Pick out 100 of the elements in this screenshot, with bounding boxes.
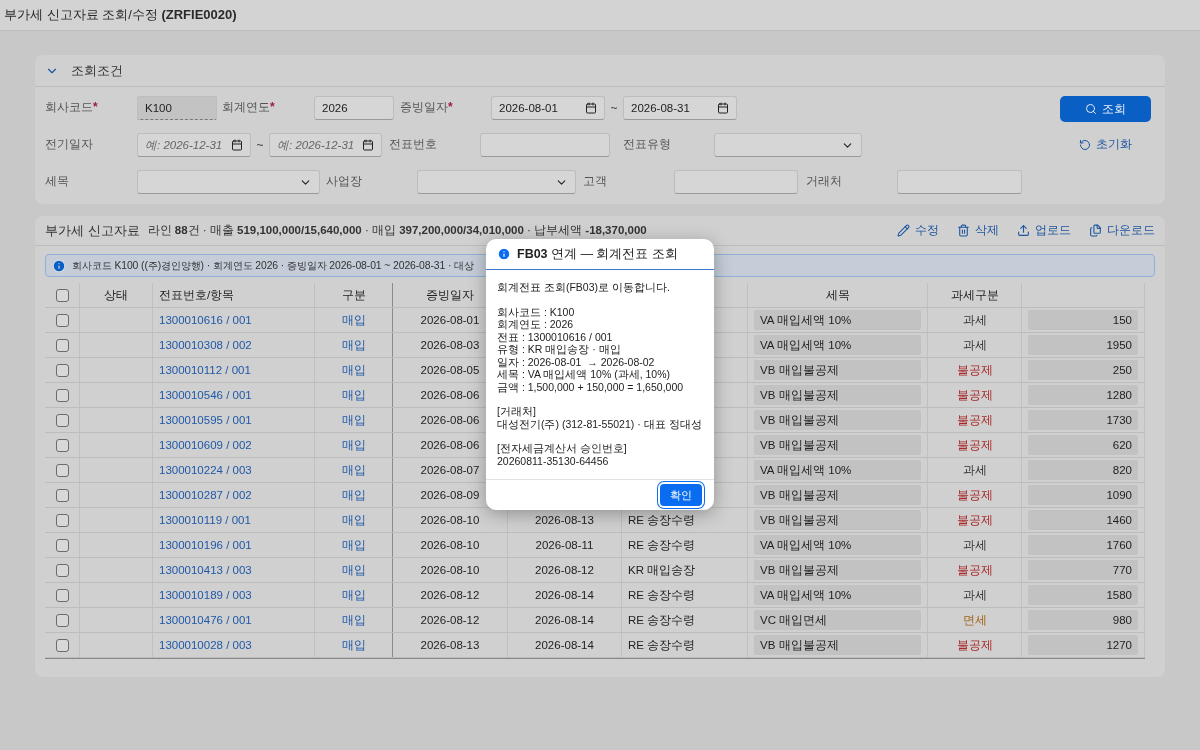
delete-button[interactable]: 삭제 xyxy=(957,222,999,239)
table-cell: 2026-08-01 xyxy=(420,314,480,326)
fiscal-year-field[interactable]: 2026 xyxy=(314,96,394,120)
table-cell: 2026-08-10 xyxy=(420,514,480,526)
search-icon xyxy=(1084,103,1097,115)
document-number-field[interactable] xyxy=(480,133,610,157)
checkbox[interactable] xyxy=(55,313,69,327)
table-cell: 820 xyxy=(1028,460,1138,480)
checkbox[interactable] xyxy=(55,388,69,402)
table-cell: VB 매입불공제 xyxy=(754,385,921,405)
tax-class-text: 불공제 xyxy=(956,387,993,403)
category-link[interactable]: 매입 xyxy=(341,312,366,328)
category-link[interactable]: 매입 xyxy=(341,637,366,653)
category-link[interactable]: 매입 xyxy=(341,387,366,403)
table-cell: 2026-08-03 xyxy=(420,339,480,351)
document-link[interactable]: 1300010616 / 001 xyxy=(159,314,252,326)
checkbox[interactable] xyxy=(55,513,69,527)
table-cell: 250 xyxy=(1028,360,1138,380)
table-cell: 1760 xyxy=(1028,535,1138,555)
checkbox[interactable] xyxy=(55,463,69,477)
business-place-select[interactable] xyxy=(417,170,576,194)
reset-button[interactable]: 초기화 xyxy=(1078,136,1132,153)
table-cell: 2026-08-12 xyxy=(420,589,480,601)
category-link[interactable]: 매입 xyxy=(341,512,366,528)
document-link[interactable]: 1300010476 / 001 xyxy=(159,614,252,626)
dialog-text: 회사코드 : K100 xyxy=(497,305,576,318)
checkbox[interactable] xyxy=(55,538,69,552)
date-field[interactable]: 2026-08-01 xyxy=(491,96,605,120)
document-link[interactable]: 1300010224 / 003 xyxy=(159,464,252,476)
document-type-select[interactable] xyxy=(714,133,862,157)
document-link[interactable]: 1300010546 / 001 xyxy=(159,389,252,401)
tax-class-text: 불공제 xyxy=(956,637,993,653)
calendar-icon xyxy=(585,102,597,114)
category-link[interactable]: 매입 xyxy=(341,412,366,428)
company-code-field[interactable]: K100 xyxy=(137,96,217,120)
category-link[interactable]: 매입 xyxy=(341,612,366,628)
table-cell: 1730 xyxy=(1028,410,1138,430)
tax-class-text: 과세 xyxy=(962,587,987,603)
category-link[interactable]: 매입 xyxy=(341,337,366,353)
category-link[interactable]: 매입 xyxy=(341,462,366,478)
dialog-text: [전자세금계산서 승인번호] xyxy=(497,442,628,455)
document-link[interactable]: 1300010595 / 001 xyxy=(159,414,252,426)
range-separator: ~ xyxy=(609,101,619,115)
checkbox[interactable] xyxy=(55,338,69,352)
category-link[interactable]: 매입 xyxy=(341,587,366,603)
vendor-field[interactable] xyxy=(897,170,1022,194)
page-title: 부가세 신고자료 조회/수정 (ZRFIE0020) xyxy=(0,0,1200,31)
date-field[interactable]: 예: 2026-12-31 xyxy=(137,133,251,157)
date-field[interactable]: 예: 2026-12-31 xyxy=(269,133,382,157)
download-icon xyxy=(1089,224,1102,237)
table-cell: VB 매입불공제 xyxy=(754,485,921,505)
table-cell: VB 매입불공제 xyxy=(754,560,921,580)
table-cell: VB 매입불공제 xyxy=(754,510,921,530)
tax-class-text: 과세 xyxy=(962,337,987,353)
upload-icon xyxy=(1017,224,1030,237)
ok-button[interactable]: 확인 xyxy=(660,484,702,506)
checkbox[interactable] xyxy=(55,413,69,427)
tax-class-text: 과세 xyxy=(962,537,987,553)
document-link[interactable]: 1300010287 / 002 xyxy=(159,489,252,501)
table-cell: 2026-08-11 xyxy=(535,539,594,551)
table-cell: 1580 xyxy=(1028,585,1138,605)
table-cell: 980 xyxy=(1028,610,1138,630)
document-link[interactable]: 1300010112 / 001 xyxy=(159,364,251,376)
document-link[interactable]: 1300010196 / 001 xyxy=(159,539,252,551)
table-cell: 2026-08-13 xyxy=(420,639,480,651)
table-cell: 2026-08-06 xyxy=(420,439,480,451)
checkbox[interactable] xyxy=(55,588,69,602)
checkbox[interactable] xyxy=(55,438,69,452)
checkbox[interactable] xyxy=(55,488,69,502)
document-link[interactable]: 1300010609 / 002 xyxy=(159,439,252,451)
table-cell: VB 매입불공제 xyxy=(754,360,921,380)
table-cell: 2026-08-09 xyxy=(420,489,480,501)
checkbox[interactable] xyxy=(55,363,69,377)
table-cell: 2026-08-10 xyxy=(420,564,480,576)
tax-code-select[interactable] xyxy=(137,170,320,194)
customer-field[interactable] xyxy=(674,170,798,194)
category-link[interactable]: 매입 xyxy=(341,537,366,553)
checkbox[interactable] xyxy=(55,563,69,577)
column-header: 구분 xyxy=(341,287,366,303)
summary-text: 라인 88건 · 매출 519,100,000/15,640,000 · 매입 397,200,000/34,010,000 · 납부세액 -18,370,000 xyxy=(147,223,647,238)
document-link[interactable]: 1300010413 / 003 xyxy=(159,564,252,576)
category-link[interactable]: 매입 xyxy=(341,437,366,453)
document-link[interactable]: 1300010028 / 003 xyxy=(159,639,252,651)
document-link[interactable]: 1300010119 / 001 xyxy=(159,514,251,526)
category-link[interactable]: 매입 xyxy=(341,487,366,503)
document-link[interactable]: 1300010189 / 003 xyxy=(159,589,252,601)
category-link[interactable]: 매입 xyxy=(341,362,366,378)
checkbox[interactable] xyxy=(55,288,69,302)
category-link[interactable]: 매입 xyxy=(341,562,366,578)
dialog-title: FB03 연계 — 회계전표 조회 xyxy=(517,245,678,263)
tax-class-text: 면세 xyxy=(962,612,987,628)
download-button[interactable]: 다운로드 xyxy=(1089,222,1155,239)
date-field[interactable]: 2026-08-31 xyxy=(623,96,737,120)
upload-button[interactable]: 업로드 xyxy=(1017,222,1071,239)
document-link[interactable]: 1300010308 / 002 xyxy=(159,339,252,351)
tax-class-text: 불공제 xyxy=(956,412,993,428)
checkbox[interactable] xyxy=(55,613,69,627)
edit-button[interactable]: 수정 xyxy=(897,222,939,239)
checkbox[interactable] xyxy=(55,638,69,652)
search-button[interactable]: 조회 xyxy=(1059,96,1151,122)
